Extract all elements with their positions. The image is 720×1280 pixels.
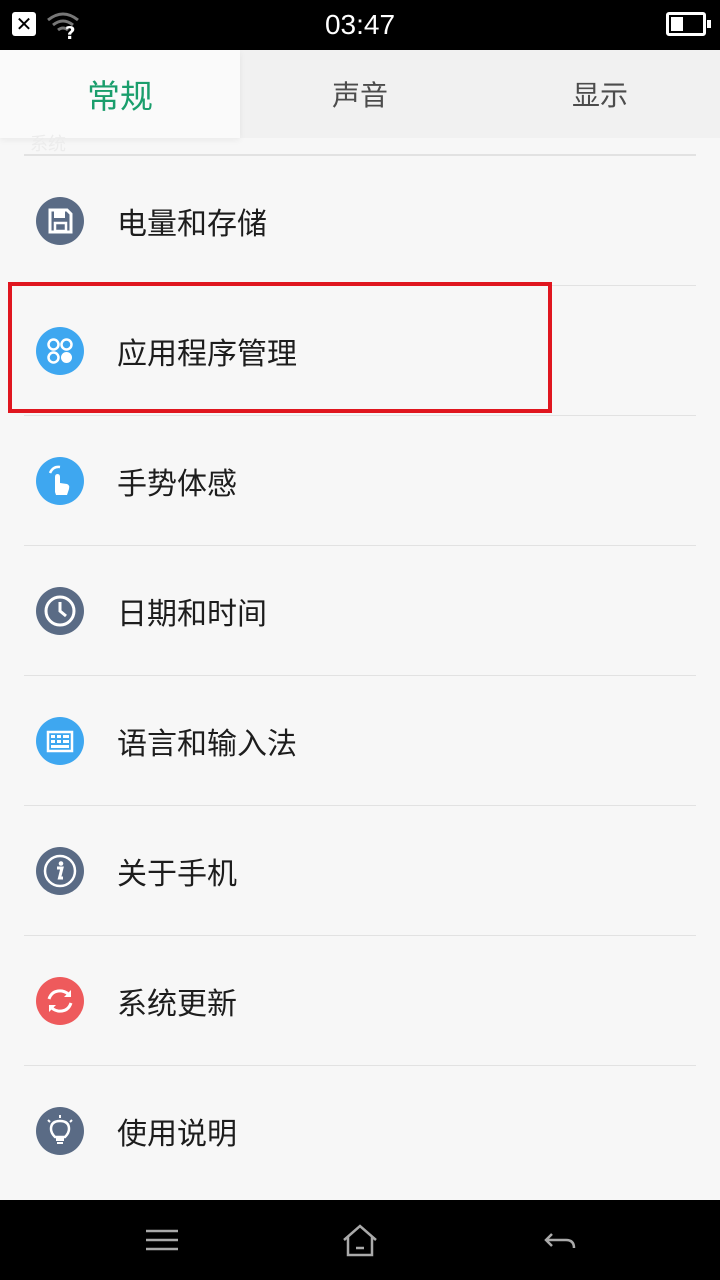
setting-system-update[interactable]: 系统更新 bbox=[0, 936, 720, 1066]
clock-icon bbox=[36, 587, 84, 635]
setting-gestures[interactable]: 手势体感 bbox=[0, 416, 720, 546]
setting-battery-storage[interactable]: 电量和存储 bbox=[0, 156, 720, 286]
refresh-icon bbox=[36, 977, 84, 1025]
setting-date-time[interactable]: 日期和时间 bbox=[0, 546, 720, 676]
keyboard-icon bbox=[36, 717, 84, 765]
setting-language-input[interactable]: 语言和输入法 bbox=[0, 676, 720, 806]
lightbulb-icon bbox=[36, 1107, 84, 1155]
highlight-box bbox=[8, 282, 552, 413]
hand-gesture-icon bbox=[36, 457, 84, 505]
section-header-label: 系统 bbox=[30, 134, 66, 155]
info-icon bbox=[36, 847, 84, 895]
settings-tabs: 常规 声音 显示 bbox=[0, 50, 720, 138]
setting-label: 电量和存储 bbox=[117, 207, 267, 242]
setting-label: 系统更新 bbox=[117, 987, 237, 1022]
status-time: 03:47 bbox=[324, 9, 396, 40]
setting-about-phone[interactable]: 关于手机 bbox=[0, 806, 720, 936]
setting-user-guide[interactable]: 使用说明 bbox=[0, 1066, 720, 1196]
menu-icon[interactable] bbox=[140, 1218, 184, 1262]
battery-icon bbox=[666, 12, 711, 36]
tab-display[interactable]: 显示 bbox=[480, 50, 720, 138]
floppy-disk-icon bbox=[36, 197, 84, 245]
setting-label: 使用说明 bbox=[117, 1117, 237, 1152]
navigation-bar bbox=[0, 1200, 720, 1280]
setting-label: 关于手机 bbox=[117, 857, 237, 892]
tab-sound[interactable]: 声音 bbox=[240, 50, 480, 138]
status-bar: ✕ ? 03:47 bbox=[0, 0, 720, 50]
back-icon[interactable] bbox=[538, 1218, 582, 1262]
setting-label: 语言和输入法 bbox=[117, 727, 297, 762]
setting-label: 手势体感 bbox=[117, 467, 237, 502]
tab-general[interactable]: 常规 bbox=[0, 50, 240, 138]
home-icon[interactable] bbox=[338, 1218, 382, 1262]
section-header: 系统 bbox=[24, 128, 696, 156]
setting-label: 日期和时间 bbox=[117, 597, 267, 632]
